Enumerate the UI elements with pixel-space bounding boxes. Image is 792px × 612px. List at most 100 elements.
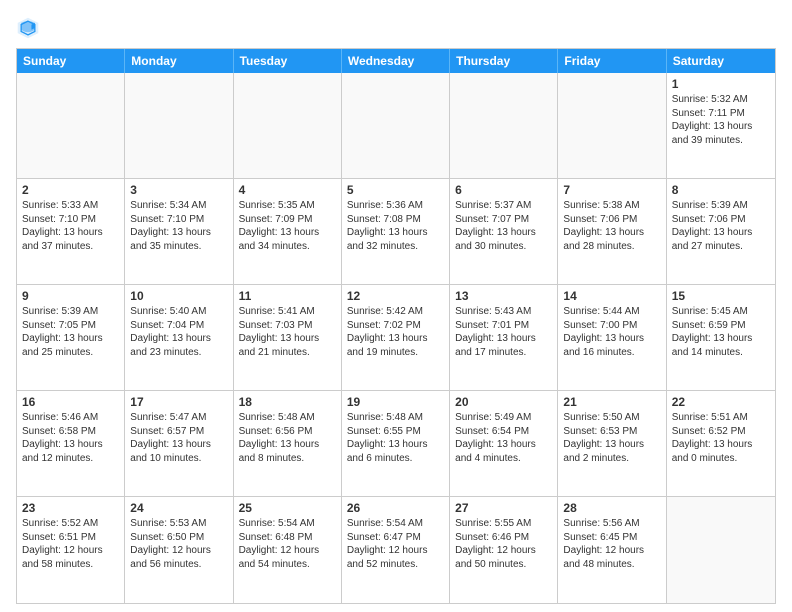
week-row-2: 2Sunrise: 5:33 AMSunset: 7:10 PMDaylight… [17,179,775,285]
day-number: 6 [455,183,552,197]
week-row-4: 16 Sunrise: 5:46 AMSunset: 6:58 PMDayligh… [17,391,775,497]
day-number: 8 [672,183,770,197]
day-number: 3 [130,183,227,197]
day-number: 17 [130,395,227,409]
day-info: Sunrise: 5:54 AMSunset: 6:48 PMDaylight:… [239,517,336,571]
day-info: Sunrise: 5:41 AMSunset: 7:03 PMDaylight:… [239,305,336,359]
day-info: Sunrise: 5:52 AMSunset: 6:51 PMDaylight:… [22,517,119,571]
empty-cell [234,73,342,178]
day-number: 5 [347,183,444,197]
day-number: 23 [22,501,119,515]
day-cell-2: 2Sunrise: 5:33 AMSunset: 7:10 PMDaylight… [17,179,125,284]
day-cell-14: 14 Sunrise: 5:44 AMSunset: 7:00 PMDayligh… [558,285,666,390]
page: SundayMondayTuesdayWednesdayThursdayFrid… [0,0,792,612]
col-header-tuesday: Tuesday [234,49,342,73]
col-header-thursday: Thursday [450,49,558,73]
day-cell-1: 1 Sunrise: 5:32 AMSunset: 7:11 PMDaylight… [667,73,775,178]
day-info: Sunrise: 5:51 AMSunset: 6:52 PMDaylight:… [672,411,770,465]
day-number: 4 [239,183,336,197]
day-info: Sunrise: 5:39 AMSunset: 7:06 PMDaylight:… [672,199,770,253]
day-cell-3: 3 Sunrise: 5:34 AMSunset: 7:10 PMDaylight… [125,179,233,284]
day-info: Sunrise: 5:46 AMSunset: 6:58 PMDaylight:… [22,411,119,465]
day-number: 16 [22,395,119,409]
col-header-sunday: Sunday [17,49,125,73]
day-cell-13: 13 Sunrise: 5:43 AMSunset: 7:01 PMDayligh… [450,285,558,390]
day-number: 14 [563,289,660,303]
day-number: 15 [672,289,770,303]
empty-cell [342,73,450,178]
col-header-wednesday: Wednesday [342,49,450,73]
day-info: Sunrise: 5:48 AMSunset: 6:56 PMDaylight:… [239,411,336,465]
day-cell-10: 10 Sunrise: 5:40 AMSunset: 7:04 PMDayligh… [125,285,233,390]
day-cell-7: 7 Sunrise: 5:38 AMSunset: 7:06 PMDaylight… [558,179,666,284]
day-info: Sunrise: 5:32 AMSunset: 7:11 PMDaylight:… [672,93,770,147]
day-info: Sunrise: 5:42 AMSunset: 7:02 PMDaylight:… [347,305,444,359]
day-info: Sunrise: 5:54 AMSunset: 6:47 PMDaylight:… [347,517,444,571]
day-number: 18 [239,395,336,409]
day-number: 26 [347,501,444,515]
day-cell-12: 12 Sunrise: 5:42 AMSunset: 7:02 PMDayligh… [342,285,450,390]
day-cell-21: 21 Sunrise: 5:50 AMSunset: 6:53 PMDayligh… [558,391,666,496]
day-cell-5: 5 Sunrise: 5:36 AMSunset: 7:08 PMDaylight… [342,179,450,284]
day-info: Sunrise: 5:39 AMSunset: 7:05 PMDaylight:… [22,305,119,359]
day-cell-26: 26 Sunrise: 5:54 AMSunset: 6:47 PMDayligh… [342,497,450,603]
week-row-5: 23 Sunrise: 5:52 AMSunset: 6:51 PMDayligh… [17,497,775,603]
day-cell-18: 18 Sunrise: 5:48 AMSunset: 6:56 PMDayligh… [234,391,342,496]
day-number: 13 [455,289,552,303]
empty-cell [450,73,558,178]
day-number: 11 [239,289,336,303]
week-row-1: 1 Sunrise: 5:32 AMSunset: 7:11 PMDaylight… [17,73,775,179]
day-info: Sunrise: 5:45 AMSunset: 6:59 PMDaylight:… [672,305,770,359]
day-cell-17: 17 Sunrise: 5:47 AMSunset: 6:57 PMDayligh… [125,391,233,496]
week-row-3: 9 Sunrise: 5:39 AMSunset: 7:05 PMDaylight… [17,285,775,391]
day-info: Sunrise: 5:48 AMSunset: 6:55 PMDaylight:… [347,411,444,465]
day-info: Sunrise: 5:47 AMSunset: 6:57 PMDaylight:… [130,411,227,465]
day-info: Sunrise: 5:44 AMSunset: 7:00 PMDaylight:… [563,305,660,359]
day-cell-16: 16 Sunrise: 5:46 AMSunset: 6:58 PMDayligh… [17,391,125,496]
day-number: 19 [347,395,444,409]
day-cell-4: 4 Sunrise: 5:35 AMSunset: 7:09 PMDaylight… [234,179,342,284]
col-header-friday: Friday [558,49,666,73]
day-cell-25: 25 Sunrise: 5:54 AMSunset: 6:48 PMDayligh… [234,497,342,603]
day-info: Sunrise: 5:40 AMSunset: 7:04 PMDaylight:… [130,305,227,359]
day-number: 20 [455,395,552,409]
day-info: Sunrise: 5:33 AMSunset: 7:10 PMDaylight:… [22,199,119,253]
day-cell-27: 27Sunrise: 5:55 AMSunset: 6:46 PMDayligh… [450,497,558,603]
day-cell-24: 24 Sunrise: 5:53 AMSunset: 6:50 PMDayligh… [125,497,233,603]
day-info: Sunrise: 5:38 AMSunset: 7:06 PMDaylight:… [563,199,660,253]
day-cell-9: 9 Sunrise: 5:39 AMSunset: 7:05 PMDaylight… [17,285,125,390]
day-cell-6: 6 Sunrise: 5:37 AMSunset: 7:07 PMDaylight… [450,179,558,284]
empty-cell [17,73,125,178]
day-cell-19: 19 Sunrise: 5:48 AMSunset: 6:55 PMDayligh… [342,391,450,496]
day-number: 9 [22,289,119,303]
calendar: SundayMondayTuesdayWednesdayThursdayFrid… [16,48,776,604]
day-number: 7 [563,183,660,197]
day-info: Sunrise: 5:53 AMSunset: 6:50 PMDaylight:… [130,517,227,571]
empty-cell [667,497,775,603]
day-info: Sunrise: 5:35 AMSunset: 7:09 PMDaylight:… [239,199,336,253]
day-number: 21 [563,395,660,409]
day-number: 1 [672,77,770,91]
day-number: 10 [130,289,227,303]
empty-cell [558,73,666,178]
empty-cell [125,73,233,178]
day-info: Sunrise: 5:56 AMSunset: 6:45 PMDaylight:… [563,517,660,571]
day-cell-11: 11 Sunrise: 5:41 AMSunset: 7:03 PMDayligh… [234,285,342,390]
day-cell-23: 23 Sunrise: 5:52 AMSunset: 6:51 PMDayligh… [17,497,125,603]
day-info: Sunrise: 5:50 AMSunset: 6:53 PMDaylight:… [563,411,660,465]
day-cell-22: 22Sunrise: 5:51 AMSunset: 6:52 PMDayligh… [667,391,775,496]
day-number: 24 [130,501,227,515]
day-info: Sunrise: 5:49 AMSunset: 6:54 PMDaylight:… [455,411,552,465]
day-info: Sunrise: 5:34 AMSunset: 7:10 PMDaylight:… [130,199,227,253]
day-number: 12 [347,289,444,303]
day-info: Sunrise: 5:37 AMSunset: 7:07 PMDaylight:… [455,199,552,253]
day-info: Sunrise: 5:43 AMSunset: 7:01 PMDaylight:… [455,305,552,359]
day-info: Sunrise: 5:36 AMSunset: 7:08 PMDaylight:… [347,199,444,253]
day-cell-15: 15 Sunrise: 5:45 AMSunset: 6:59 PMDayligh… [667,285,775,390]
col-header-saturday: Saturday [667,49,775,73]
day-number: 25 [239,501,336,515]
header [16,16,776,40]
logo [16,16,44,40]
logo-icon [16,16,40,40]
day-cell-8: 8 Sunrise: 5:39 AMSunset: 7:06 PMDaylight… [667,179,775,284]
